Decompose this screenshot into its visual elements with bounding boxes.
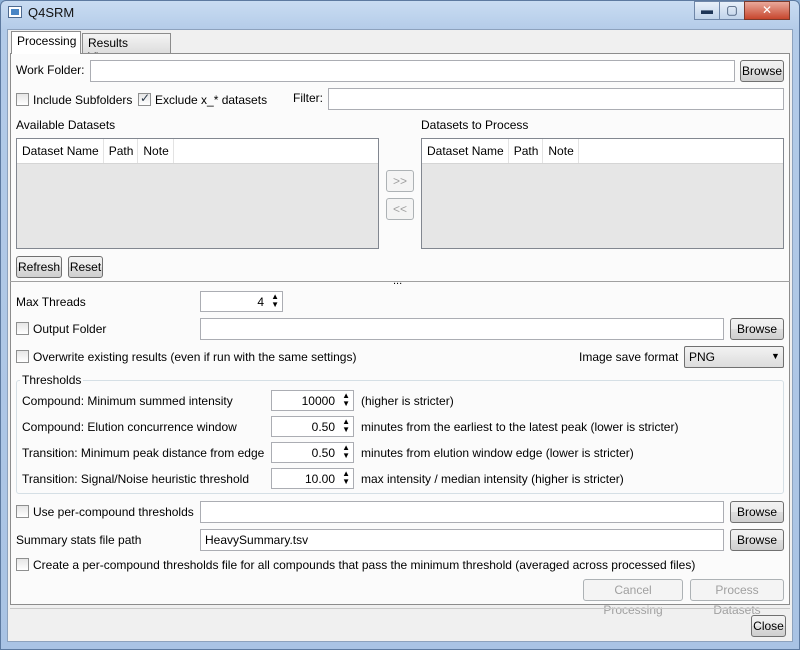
elution-window-note: minutes from the earliest to the latest …: [361, 420, 679, 434]
app-icon: [8, 6, 22, 18]
overwrite-checkbox[interactable]: [16, 350, 29, 363]
summary-path-input[interactable]: HeavySummary.tsv: [200, 529, 724, 551]
summary-path-label: Summary stats file path: [16, 533, 142, 547]
spinner-arrows-icon[interactable]: ▲ ▼: [342, 418, 350, 434]
signal-noise-value: 10.00: [304, 472, 335, 486]
output-folder-checkbox[interactable]: [16, 322, 29, 335]
min-summed-intensity-spinner[interactable]: 10000 ▲ ▼: [271, 390, 354, 411]
min-summed-intensity-value: 10000: [301, 394, 335, 408]
footer-separator: [10, 608, 790, 609]
column-dataset-name[interactable]: Dataset Name: [422, 139, 509, 163]
max-threads-value: 4: [257, 295, 264, 309]
summary-path-browse-button[interactable]: Browse: [730, 529, 784, 551]
peak-distance-value: 0.50: [311, 446, 335, 460]
column-path[interactable]: Path: [509, 139, 544, 163]
work-folder-label: Work Folder:: [16, 63, 85, 77]
image-format-label: Image save format: [579, 350, 679, 364]
min-summed-intensity-label: Compound: Minimum summed intensity: [22, 394, 233, 408]
column-dataset-name[interactable]: Dataset Name: [17, 139, 104, 163]
per-compound-label: Use per-compound thresholds: [33, 505, 194, 519]
work-folder-input[interactable]: [90, 60, 735, 82]
tab-processing[interactable]: Processing: [11, 31, 81, 54]
peak-distance-spinner[interactable]: 0.50 ▲ ▼: [271, 442, 354, 463]
spinner-arrows-icon[interactable]: ▲ ▼: [342, 470, 350, 486]
available-grid-header: Dataset Name Path Note: [17, 139, 378, 164]
output-folder-label: Output Folder: [33, 322, 107, 336]
maximize-button[interactable]: ▢: [719, 1, 745, 20]
per-compound-browse-button[interactable]: Browse: [730, 501, 784, 523]
available-datasets-grid[interactable]: Dataset Name Path Note: [16, 138, 379, 249]
process-datasets-button[interactable]: Process Datasets: [690, 579, 784, 617]
column-path[interactable]: Path: [104, 139, 139, 163]
close-button[interactable]: Close: [751, 615, 786, 637]
peak-distance-label: Transition: Minimum peak distance from e…: [22, 446, 265, 460]
create-thresholds-file-label: Create a per-compound thresholds file fo…: [33, 558, 696, 572]
elution-window-spinner[interactable]: 0.50 ▲ ▼: [271, 416, 354, 437]
min-summed-intensity-note: (higher is stricter): [361, 394, 454, 408]
signal-noise-note: max intensity / median intensity (higher…: [361, 472, 624, 486]
per-compound-input[interactable]: [200, 501, 724, 523]
splitter-grip[interactable]: ...: [393, 275, 402, 287]
signal-noise-label: Transition: Signal/Noise heuristic thres…: [22, 472, 249, 486]
available-datasets-title: Available Datasets: [16, 118, 116, 132]
spinner-arrows-icon[interactable]: ▲ ▼: [342, 444, 350, 460]
max-threads-spinner[interactable]: 4 ▲ ▼: [200, 291, 283, 312]
image-format-value: PNG: [689, 350, 716, 364]
spinner-arrows-icon[interactable]: ▲ ▼: [342, 392, 350, 408]
spinner-arrows-icon[interactable]: ▲ ▼: [271, 293, 279, 309]
work-folder-browse-button[interactable]: Browse: [740, 60, 784, 82]
output-folder-browse-button[interactable]: Browse: [730, 318, 784, 340]
process-grid-header: Dataset Name Path Note: [422, 139, 783, 164]
tab-results-viewer[interactable]: Results Viewer: [82, 33, 171, 64]
include-subfolders-label: Include Subfolders: [33, 93, 133, 107]
column-note[interactable]: Note: [138, 139, 174, 163]
exclude-x-checkbox[interactable]: [138, 91, 151, 106]
exclude-x-label: Exclude x_* datasets: [155, 93, 268, 107]
elution-window-label: Compound: Elution concurrence window: [22, 420, 237, 434]
include-subfolders-checkbox[interactable]: [16, 93, 29, 106]
filter-label: Filter:: [293, 91, 323, 105]
datasets-to-process-title: Datasets to Process: [421, 118, 529, 132]
image-format-select[interactable]: PNG ▼: [684, 346, 784, 368]
close-window-button[interactable]: ✕: [744, 1, 790, 20]
window-title: Q4SRM: [28, 5, 75, 20]
per-compound-checkbox[interactable]: [16, 505, 29, 518]
filter-input[interactable]: [328, 88, 784, 110]
create-thresholds-file-checkbox[interactable]: [16, 558, 29, 571]
move-right-button[interactable]: >>: [386, 170, 414, 192]
minimize-button[interactable]: ▬: [694, 1, 720, 20]
max-threads-label: Max Threads: [16, 295, 86, 309]
cancel-processing-button[interactable]: Cancel Processing: [583, 579, 683, 617]
reset-button[interactable]: Reset: [68, 256, 103, 278]
move-left-button[interactable]: <<: [386, 198, 414, 220]
peak-distance-note: minutes from elution window edge (lower …: [361, 446, 634, 460]
signal-noise-spinner[interactable]: 10.00 ▲ ▼: [271, 468, 354, 489]
column-note[interactable]: Note: [543, 139, 579, 163]
chevron-down-icon: ▼: [771, 351, 780, 361]
thresholds-title: Thresholds: [20, 373, 84, 387]
refresh-button[interactable]: Refresh: [16, 256, 62, 278]
elution-window-value: 0.50: [311, 420, 335, 434]
datasets-to-process-grid[interactable]: Dataset Name Path Note: [421, 138, 784, 249]
overwrite-label: Overwrite existing results (even if run …: [33, 350, 357, 364]
output-folder-input[interactable]: [200, 318, 724, 340]
